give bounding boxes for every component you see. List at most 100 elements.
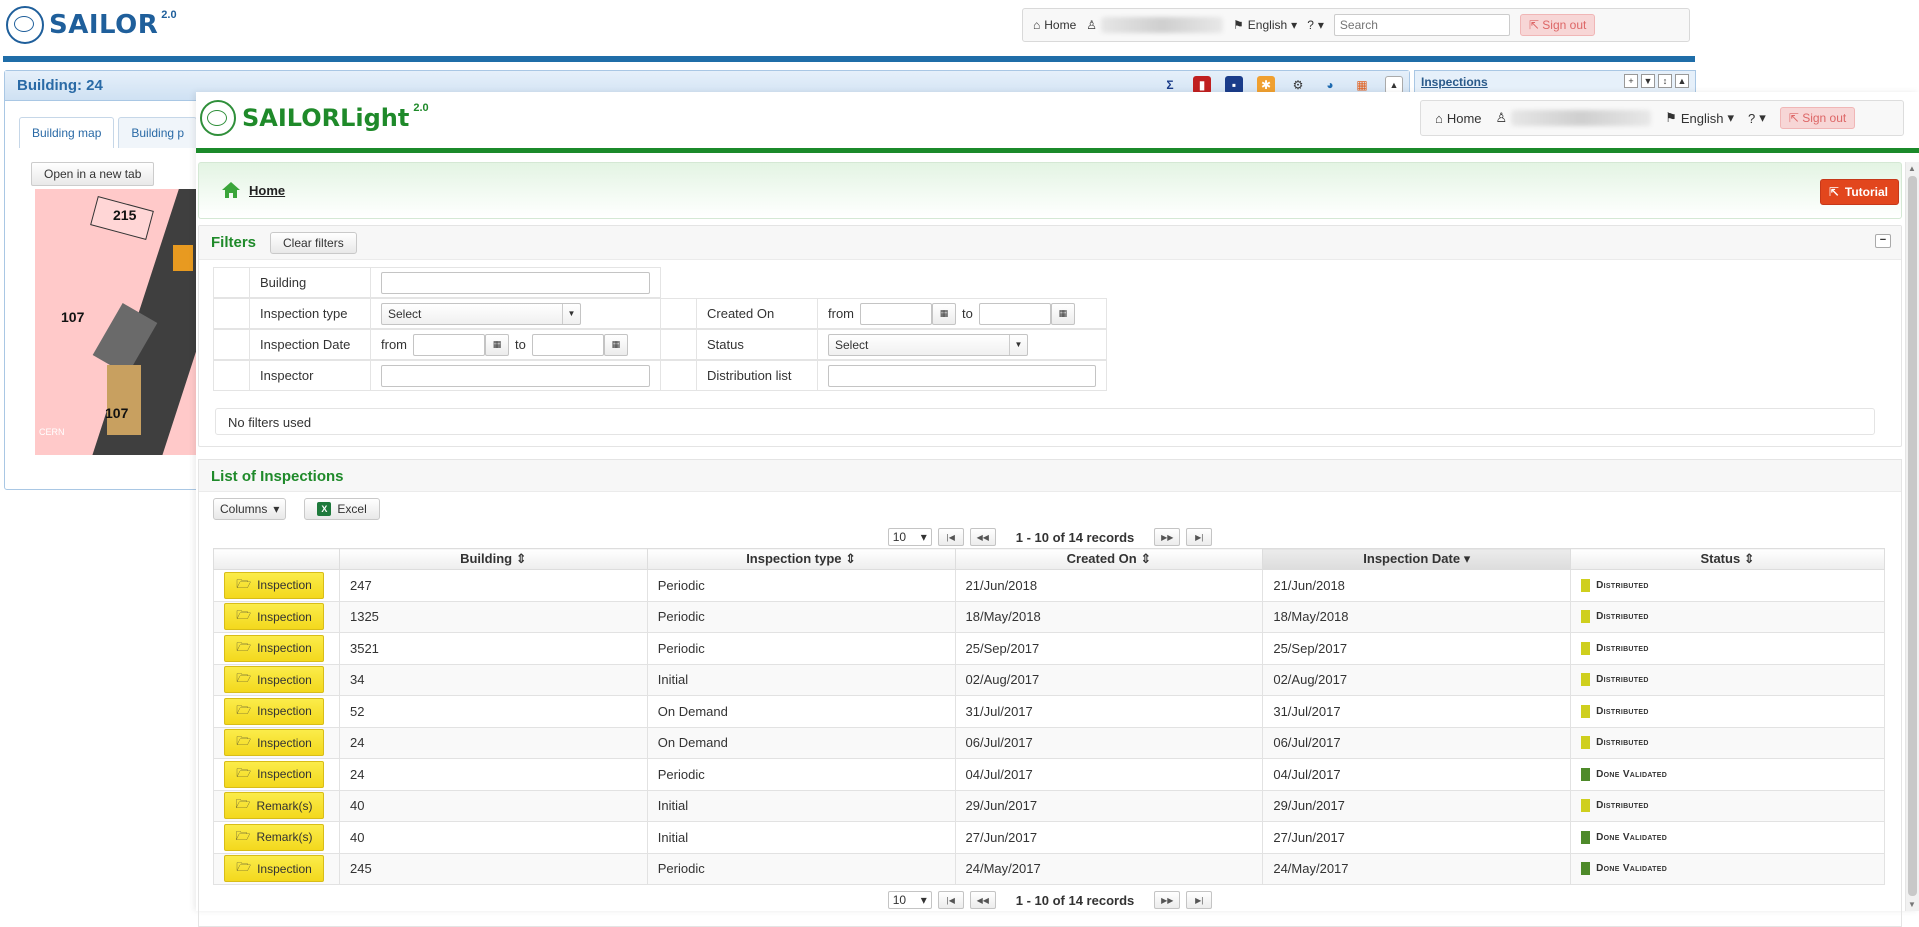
last-page-icon[interactable]: ▶| bbox=[1186, 528, 1213, 546]
first-page-icon[interactable]: |◀ bbox=[937, 891, 964, 909]
cell-building: 247 bbox=[338, 569, 648, 602]
column-header-inspection-date[interactable]: Inspection Date ▾ bbox=[1262, 548, 1572, 570]
cell-building: 40 bbox=[338, 821, 648, 854]
scroll-up-icon[interactable]: ▲ bbox=[1908, 164, 1916, 173]
map-building bbox=[173, 245, 193, 271]
tab-building-p[interactable]: Building p bbox=[118, 117, 198, 148]
cell-inspection-type: Periodic bbox=[646, 758, 956, 791]
row-open-button[interactable]: 🗁 Inspection bbox=[224, 603, 324, 631]
inspection-to-input[interactable] bbox=[531, 333, 604, 356]
status-select[interactable]: Select ▼ bbox=[828, 333, 1028, 356]
bg-language-menu[interactable]: ⚑ English ▾ bbox=[1233, 18, 1297, 32]
column-header-building[interactable]: Building ⇕ bbox=[338, 548, 648, 570]
row-open-button[interactable]: 🗁 Inspection bbox=[224, 666, 324, 694]
row-open-button[interactable]: 🗁 Inspection bbox=[224, 634, 324, 662]
records-info: 1 - 10 of 14 records bbox=[1015, 892, 1135, 908]
header-label: Inspection Date bbox=[1363, 551, 1461, 566]
row-action-label: Remark(s) bbox=[256, 830, 313, 845]
list-title: List of Inspections bbox=[211, 468, 344, 485]
building-map[interactable]: 215 107 107 CERN bbox=[35, 189, 200, 455]
inspection-type-select[interactable]: Select ▼ bbox=[381, 302, 581, 325]
page-scrollbar[interactable]: ▲ ▼ bbox=[1905, 162, 1919, 911]
table-row[interactable]: 🗁 Inspection 34 Initial 02/Aug/2017 02/Aug/20… bbox=[213, 663, 1885, 696]
table-row[interactable]: 🗁 Remark(s) 40 Initial 27/Jun/2017 27/Jun/201… bbox=[213, 821, 1885, 854]
inspections-side-panel: Inspections + ▼ ↕ ▲ bbox=[1414, 70, 1696, 94]
row-open-button[interactable]: 🗁 Inspection bbox=[224, 571, 324, 599]
last-page-icon[interactable]: ▶| bbox=[1186, 891, 1213, 909]
records-info: 1 - 10 of 14 records bbox=[1015, 529, 1135, 545]
page-size-select[interactable]: 10 ▾ bbox=[887, 528, 932, 546]
table-row[interactable]: 🗁 Inspection 1325 Periodic 18/May/2018 18/May… bbox=[213, 600, 1885, 633]
bg-signout-button[interactable]: ⇱ Sign out bbox=[1519, 14, 1596, 36]
nav-language-menu[interactable]: ⚑ English ▾ bbox=[1665, 110, 1734, 126]
inspection-date-cell: from ▦ to ▦ bbox=[370, 329, 661, 360]
column-header-created-on[interactable]: Created On ⇕ bbox=[954, 548, 1264, 570]
sailorlight-logo[interactable]: SAILORLight 2.0 bbox=[200, 100, 429, 136]
open-new-tab-button[interactable]: Open in a new tab bbox=[31, 162, 155, 186]
filter-icon[interactable]: ▼ bbox=[1641, 74, 1655, 88]
calendar-icon[interactable]: ▦ bbox=[603, 333, 628, 356]
status-badge: Done Validated bbox=[1581, 767, 1874, 781]
calendar-icon[interactable]: ▦ bbox=[932, 302, 956, 325]
tutorial-button[interactable]: ⇱ Tutorial bbox=[1819, 179, 1899, 205]
bg-search-input[interactable] bbox=[1333, 14, 1510, 36]
collapse-filters-icon[interactable]: − bbox=[1875, 234, 1891, 248]
home-icon: ⌂ bbox=[1435, 110, 1443, 126]
bg-home-link[interactable]: ⌂ Home bbox=[1033, 18, 1076, 32]
table-row[interactable]: 🗁 Remark(s) 40 Initial 29/Jun/2017 29/Jun/201… bbox=[213, 789, 1885, 822]
row-open-button[interactable]: 🗁 Remark(s) bbox=[224, 792, 324, 820]
table-row[interactable]: 🗁 Inspection 247 Periodic 21/Jun/2018 21/Jun/… bbox=[213, 569, 1885, 602]
prev-page-icon[interactable]: ◀◀ bbox=[969, 891, 996, 909]
nav-help-menu[interactable]: ? ▾ bbox=[1748, 110, 1766, 126]
row-action-label: Inspection bbox=[257, 609, 312, 624]
cell-building: 245 bbox=[338, 852, 648, 885]
row-open-button[interactable]: 🗁 Remark(s) bbox=[224, 823, 324, 851]
header-stripe bbox=[196, 148, 1919, 153]
row-open-button[interactable]: 🗁 Inspection bbox=[224, 697, 324, 725]
columns-button[interactable]: Columns ▾ bbox=[213, 498, 287, 520]
column-header-inspection-type[interactable]: Inspection type ⇕ bbox=[646, 548, 956, 570]
sailor-logo[interactable]: SAILOR 2.0 bbox=[6, 6, 177, 44]
row-open-button[interactable]: 🗁 Inspection bbox=[224, 855, 324, 883]
table-row[interactable]: 🗁 Inspection 52 On Demand 31/Jul/2017 31/Jul/… bbox=[213, 695, 1885, 728]
first-page-icon[interactable]: |◀ bbox=[937, 528, 964, 546]
nav-home-link[interactable]: ⌂ Home bbox=[1435, 111, 1482, 126]
filter-spacer bbox=[213, 298, 250, 329]
building-filter-input[interactable] bbox=[381, 271, 650, 294]
table-header-row: Building ⇕ Inspection type ⇕ Created On … bbox=[213, 548, 1885, 570]
table-row[interactable]: 🗁 Inspection 245 Periodic 24/May/2017 24/May/… bbox=[213, 852, 1885, 885]
excel-button[interactable]: X Excel bbox=[304, 498, 380, 520]
prev-page-icon[interactable]: ◀◀ bbox=[969, 528, 996, 546]
row-open-button[interactable]: 🗁 Inspection bbox=[224, 760, 324, 788]
bg-user-menu[interactable]: ♙ bbox=[1086, 17, 1224, 33]
clear-filters-button[interactable]: Clear filters bbox=[270, 231, 357, 254]
collapse-up-icon[interactable]: ▲ bbox=[1675, 74, 1689, 88]
inspector-input[interactable] bbox=[381, 364, 650, 387]
signout-button[interactable]: ⇱ Sign out bbox=[1779, 107, 1856, 129]
calendar-icon[interactable]: ▦ bbox=[1050, 302, 1075, 325]
bg-help-menu[interactable]: ? ▾ bbox=[1307, 18, 1324, 32]
table-row[interactable]: 🗁 Inspection 24 Periodic 04/Jul/2017 04/Jul/2… bbox=[213, 758, 1885, 791]
status-label: Done Validated bbox=[1596, 831, 1668, 843]
created-to-input[interactable] bbox=[978, 302, 1051, 325]
breadcrumb-home-link[interactable]: Home bbox=[249, 183, 285, 198]
distribution-list-input[interactable] bbox=[828, 364, 1096, 387]
created-from-input[interactable] bbox=[860, 302, 932, 325]
calendar-icon[interactable]: ▦ bbox=[485, 333, 509, 356]
row-open-button[interactable]: 🗁 Inspection bbox=[224, 729, 324, 757]
inspection-from-input[interactable] bbox=[413, 333, 485, 356]
cell-building: 40 bbox=[338, 789, 648, 822]
scroll-down-icon[interactable]: ▼ bbox=[1908, 900, 1916, 909]
table-row[interactable]: 🗁 Inspection 24 On Demand 06/Jul/2017 06/Jul/… bbox=[213, 726, 1885, 759]
next-page-icon[interactable]: ▶▶ bbox=[1154, 528, 1181, 546]
sort-icon[interactable]: ↕ bbox=[1658, 74, 1672, 88]
tab-building-map[interactable]: Building map bbox=[19, 117, 115, 148]
nav-user-menu[interactable]: ♙ bbox=[1496, 110, 1652, 126]
column-header-status[interactable]: Status ⇕ bbox=[1570, 548, 1885, 570]
table-row[interactable]: 🗁 Inspection 3521 Periodic 25/Sep/2017 25/Sep… bbox=[213, 632, 1885, 665]
scrollbar-thumb[interactable] bbox=[1908, 176, 1917, 896]
next-page-icon[interactable]: ▶▶ bbox=[1154, 891, 1181, 909]
inspections-link[interactable]: Inspections bbox=[1421, 75, 1488, 89]
page-size-select[interactable]: 10 ▾ bbox=[887, 891, 932, 909]
add-icon[interactable]: + bbox=[1624, 74, 1638, 88]
